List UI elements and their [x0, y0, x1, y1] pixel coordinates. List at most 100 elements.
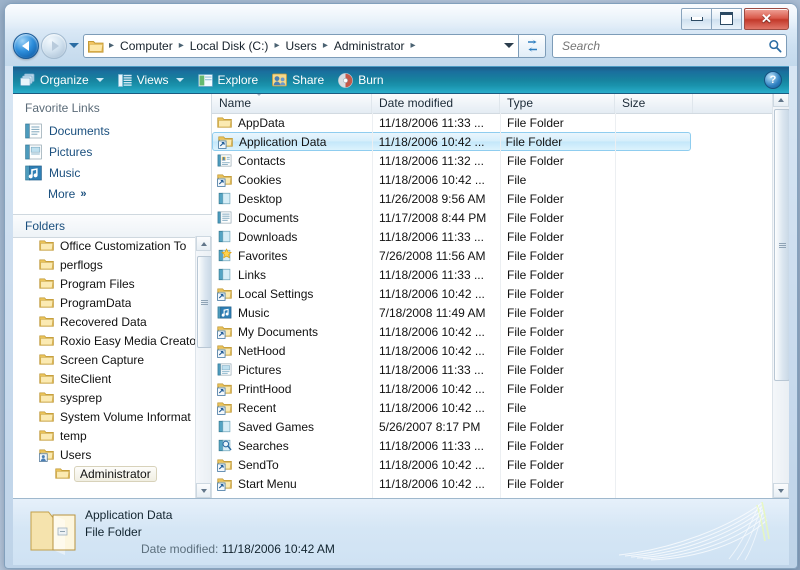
cell-name: Documents [212, 210, 372, 225]
search-box[interactable] [552, 33, 787, 58]
breadcrumb-separator[interactable]: ▸ [176, 40, 187, 51]
tree-item-selected[interactable]: Administrator [13, 464, 211, 483]
file-list-scrollbar[interactable] [772, 92, 789, 498]
address-dropdown-button[interactable] [500, 36, 518, 56]
cell-type: File Folder [505, 134, 563, 149]
breadcrumb-separator[interactable]: ▸ [320, 40, 331, 51]
folder-tree-scrollbar[interactable] [195, 236, 211, 498]
sidebar-item-pictures[interactable]: Pictures [13, 141, 211, 162]
breadcrumb-computer[interactable]: Computer [117, 38, 176, 54]
search-input[interactable] [560, 37, 768, 54]
sidebar-item-music[interactable]: Music [13, 162, 211, 183]
folder-icon [39, 354, 54, 365]
column-header-date-modified[interactable]: Date modified [372, 92, 500, 113]
share-label: Share [292, 73, 325, 87]
chevron-down-icon [778, 488, 784, 493]
tree-item[interactable]: Recovered Data [13, 312, 211, 331]
tree-item-label: ProgramData [60, 295, 132, 310]
aurora-decoration [618, 501, 770, 561]
table-row-selected[interactable]: Application Data 11/18/2006 10:42 ... File… [212, 132, 691, 151]
tree-item[interactable]: Roxio Easy Media Creato [13, 331, 211, 350]
file-list: Name Date modified Type Size AppData 11/18/2… [212, 92, 789, 498]
chevron-up-icon [778, 97, 784, 102]
back-button[interactable] [13, 32, 39, 59]
breadcrumb-separator[interactable]: ▸ [271, 40, 282, 51]
tree-item[interactable]: Office Customization To [13, 236, 211, 255]
maximize-button[interactable] [712, 7, 742, 30]
breadcrumb-administrator[interactable]: Administrator [331, 38, 408, 54]
column-header-type[interactable]: Type [500, 92, 615, 113]
breadcrumb-local-disk[interactable]: Local Disk (C:) [187, 38, 272, 54]
cell-type: File Folder [507, 248, 564, 263]
tree-item[interactable]: Program Files [13, 274, 211, 293]
explore-button[interactable]: Explore [191, 67, 266, 93]
column-header-size[interactable]: Size [615, 92, 693, 113]
file-name-label: Links [238, 267, 267, 282]
share-button[interactable]: Share [265, 67, 331, 93]
tree-item[interactable]: sysprep [13, 388, 211, 407]
tree-item-label: Roxio Easy Media Creato [60, 333, 197, 348]
search-icon[interactable] [768, 39, 782, 53]
views-button[interactable]: Views [111, 67, 191, 93]
folders-section-header[interactable]: Folders ⌄ [13, 214, 231, 238]
column-header-label: Date modified [379, 95, 454, 110]
address-bar[interactable]: ▸ Computer ▸ Local Disk (C:) ▸ Users ▸ A… [83, 33, 519, 58]
sidebar-more-button[interactable]: More » [13, 183, 211, 204]
folder-icon [39, 278, 54, 289]
cell-date: 11/26/2008 9:56 AM [379, 191, 486, 206]
tree-item[interactable]: SiteClient [13, 369, 211, 388]
file-name-label: Saved Games [238, 419, 315, 434]
breadcrumb-users[interactable]: Users [282, 38, 319, 54]
scrollbar-thumb[interactable] [774, 109, 789, 381]
tree-item-label: Program Files [60, 276, 135, 291]
cell-type: File Folder [507, 210, 564, 225]
file-name-label: SendTo [238, 457, 279, 472]
cell-type: File Folder [507, 191, 564, 206]
scrollbar-grip-icon [778, 242, 786, 248]
column-header-name[interactable]: Name [212, 92, 372, 113]
junction-icon [217, 478, 232, 491]
cell-name: Links [212, 267, 372, 282]
breadcrumb-separator[interactable]: ▸ [408, 40, 419, 51]
cell-date: 7/18/2008 11:49 AM [379, 305, 486, 320]
tree-item[interactable]: System Volume Informat [13, 407, 211, 426]
burn-button[interactable]: Burn [331, 67, 390, 93]
tree-item[interactable]: ProgramData [13, 293, 211, 312]
cell-date: 11/18/2006 11:33 ... [379, 438, 484, 453]
cell-name: Application Data [213, 134, 372, 149]
tree-item[interactable]: temp [13, 426, 211, 445]
back-arrow-icon [21, 40, 29, 51]
scroll-down-button[interactable] [773, 483, 789, 498]
history-dropdown-button[interactable] [67, 34, 81, 58]
details-pane: Application Data File Folder Date modifi… [13, 498, 789, 565]
cell-name: My Documents [212, 324, 372, 339]
cell-date: 11/18/2006 10:42 ... [379, 457, 485, 472]
file-name-label: NetHood [238, 343, 286, 358]
cell-date: 11/18/2006 10:42 ... [379, 343, 485, 358]
organize-button[interactable]: Organize [13, 67, 111, 93]
cell-date: 5/26/2007 8:17 PM [379, 419, 481, 434]
chevron-down-icon [200, 488, 207, 493]
cell-type: File Folder [507, 229, 564, 244]
folder-tree-nodes: Office Customization To perflogs Program F… [13, 236, 211, 483]
cell-name: PrintHood [212, 381, 372, 396]
scroll-up-button[interactable] [773, 92, 789, 107]
tree-item[interactable]: Screen Capture [13, 350, 211, 369]
sidebar-item-documents[interactable]: Documents [13, 120, 211, 141]
tree-item[interactable]: perflogs [13, 255, 211, 274]
cell-date: 11/18/2006 10:42 ... [379, 381, 485, 396]
command-bar: Organize Views Explore Share Burn ? [13, 66, 789, 94]
forward-button[interactable] [41, 32, 67, 59]
scrollbar-thumb[interactable] [197, 256, 211, 348]
help-button[interactable]: ? [764, 71, 782, 89]
minimize-button[interactable] [681, 7, 712, 30]
close-button[interactable]: ✕ [744, 7, 789, 30]
views-icon [117, 73, 132, 87]
refresh-button[interactable] [519, 33, 546, 58]
tree-item[interactable]: Users [13, 445, 211, 464]
scroll-up-button[interactable] [196, 236, 211, 251]
cell-name: Favorites [212, 248, 372, 263]
cell-type: File Folder [507, 362, 564, 377]
folder-icon [39, 240, 54, 251]
scroll-down-button[interactable] [196, 483, 211, 498]
